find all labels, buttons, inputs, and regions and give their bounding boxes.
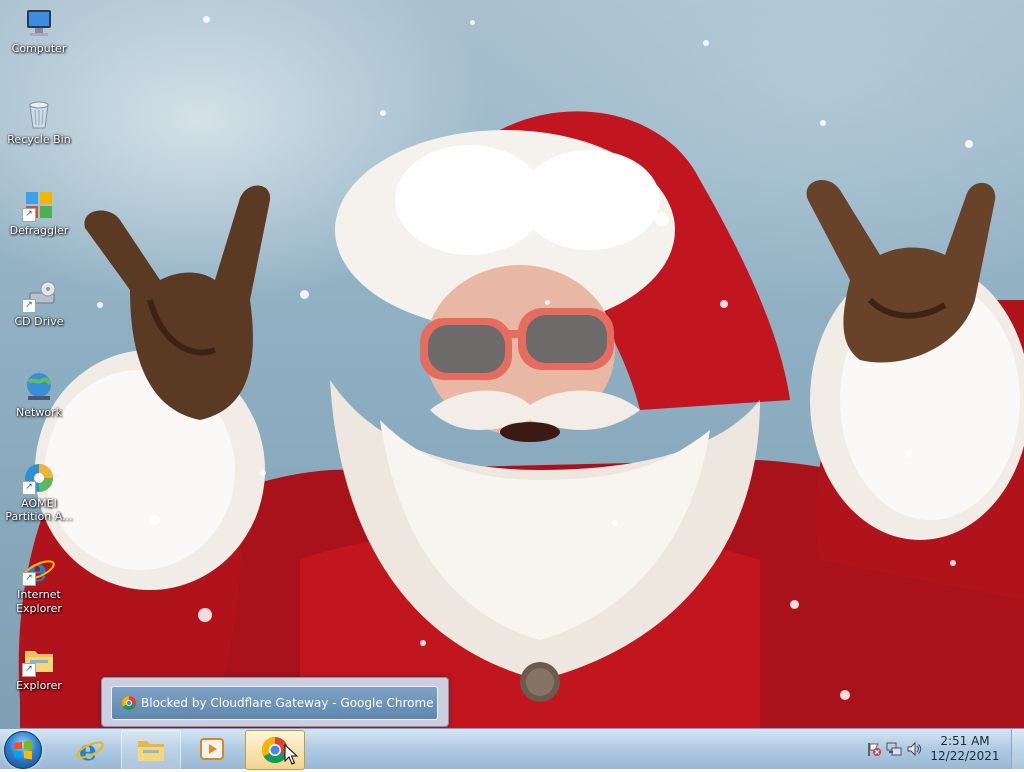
desktop-icon-internet-explorer[interactable]: e ↗ Internet Explorer — [3, 546, 75, 616]
defraggler-icon: ↗ — [22, 188, 56, 222]
desktop-icon-label: Internet Explorer — [16, 588, 62, 615]
shortcut-arrow-icon: ↗ — [22, 299, 36, 313]
preview-window-item[interactable]: Blocked by Cloudflare Gateway - Google C… — [111, 686, 438, 720]
desktop-icon-label: Recycle Bin — [7, 133, 71, 146]
network-status-icon[interactable] — [886, 741, 902, 757]
computer-icon — [22, 6, 56, 40]
shortcut-arrow-icon: ↗ — [22, 208, 36, 222]
taskbar-clock[interactable]: 2:51 AM 12/22/2021 — [920, 734, 1010, 764]
recycle-bin-icon — [22, 97, 56, 131]
action-center-flag-icon[interactable] — [866, 741, 882, 757]
desktop-icon-explorer[interactable]: ↗ Explorer — [3, 637, 75, 693]
preview-window-title: Blocked by Cloudflare Gateway - Google C… — [141, 696, 434, 710]
taskbar-window-preview[interactable]: Blocked by Cloudflare Gateway - Google C… — [101, 677, 449, 727]
desktop-wallpaper — [0, 0, 1024, 728]
start-button[interactable] — [4, 731, 42, 769]
system-tray: 2:51 AM 12/22/2021 — [854, 729, 1024, 769]
media-player-icon — [197, 734, 227, 764]
desktop-icon-label: Computer — [11, 42, 67, 55]
shortcut-arrow-icon: ↗ — [22, 572, 36, 586]
desktop-icon-label: Network — [16, 406, 62, 419]
clock-date: 12/22/2021 — [930, 749, 1000, 763]
internet-explorer-icon: e ↗ — [22, 551, 56, 589]
desktop-icon-recycle-bin[interactable]: Recycle Bin — [3, 91, 75, 147]
folder-icon — [136, 735, 166, 765]
desktop-icon-label: Defraggler — [9, 224, 69, 237]
desktop-icon-computer[interactable]: Computer — [3, 0, 75, 56]
internet-explorer-icon: e — [75, 734, 105, 767]
desktop-icon-defraggler[interactable]: ↗ Defraggler — [3, 182, 75, 238]
clock-time: 2:51 AM — [940, 734, 990, 748]
desktop-icon-label: Explorer — [16, 679, 62, 692]
shortcut-arrow-icon: ↗ — [22, 481, 36, 495]
windows-logo-icon — [14, 740, 32, 760]
desktop-icon-label: CD Drive — [14, 315, 64, 328]
desktop-icon-label: AOMEI Partition A... — [5, 497, 73, 523]
network-icon — [22, 370, 56, 404]
explorer-icon: ↗ — [22, 643, 56, 677]
taskbar-media-player-button[interactable] — [183, 730, 241, 768]
chrome-icon — [122, 696, 136, 710]
mouse-cursor-icon — [284, 743, 299, 769]
taskbar-windows-explorer-button[interactable] — [121, 730, 181, 770]
desktop-icon-cd-drive[interactable]: ↗ CD Drive — [3, 273, 75, 329]
taskbar: e 2:51 AM 12/22/2021 — [0, 728, 1024, 770]
cd-drive-icon: ↗ — [22, 279, 56, 313]
santa-wallpaper-image — [18, 111, 1024, 728]
shortcut-arrow-icon: ↗ — [22, 663, 36, 677]
desktop-icon-network[interactable]: Network — [3, 364, 75, 420]
show-desktop-button[interactable] — [1011, 729, 1024, 769]
taskbar-internet-explorer-button[interactable]: e — [61, 730, 119, 768]
desktop-icon-aomei-partition[interactable]: ↗ AOMEI Partition A... — [3, 455, 75, 523]
aomei-icon: ↗ — [22, 461, 56, 495]
